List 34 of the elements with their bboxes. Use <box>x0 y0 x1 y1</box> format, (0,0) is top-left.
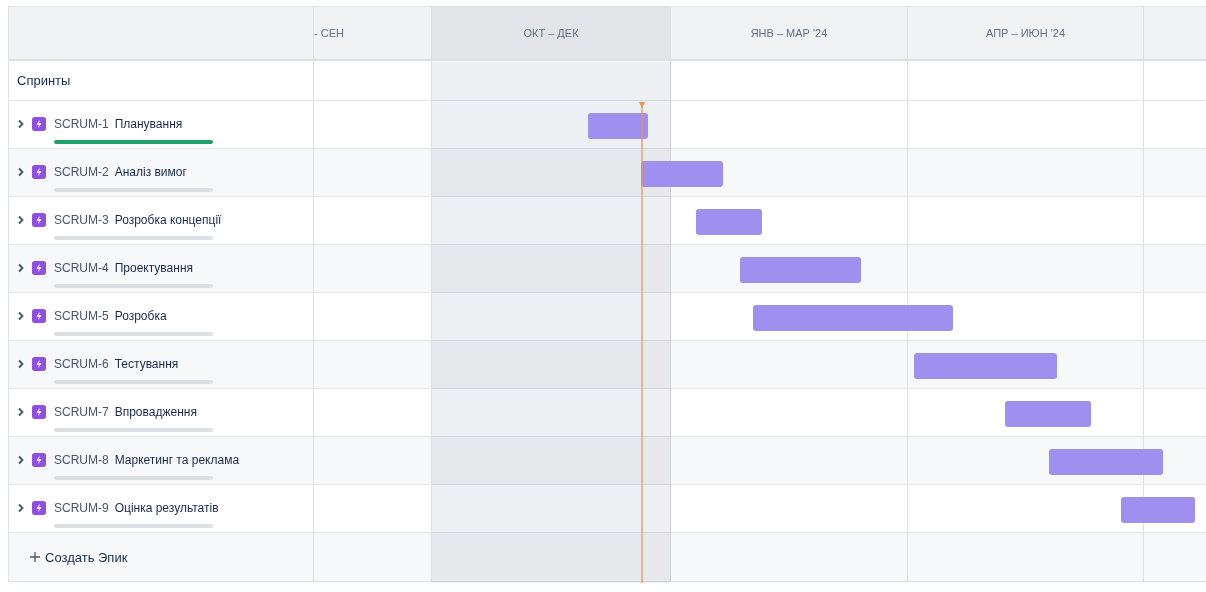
lightning-icon <box>32 165 46 179</box>
quarter-label: ОКТ – ДЕК <box>523 27 579 39</box>
epic-name[interactable]: SCRUM-9 Оцінка результатів <box>54 501 219 515</box>
lightning-icon <box>32 501 46 515</box>
chevron-icon[interactable] <box>17 503 25 513</box>
lightning-icon <box>32 213 46 227</box>
lightning-icon <box>32 309 46 323</box>
create-epic-button[interactable]: Создать Эпик <box>27 547 130 567</box>
quarter-label: АПР – ИЮН '24 <box>985 27 1065 39</box>
plus-icon <box>29 551 41 563</box>
chevron-icon[interactable] <box>17 455 25 465</box>
quarter-label: ЯНВ – МАР '24 <box>750 27 828 39</box>
epic-name[interactable]: SCRUM-2 Аналіз вимог <box>54 165 213 179</box>
chevron-icon[interactable] <box>17 215 25 225</box>
quarter-label: - СЕН <box>314 27 344 39</box>
lightning-icon <box>32 453 46 467</box>
epic-name[interactable]: SCRUM-3 Розробка концепції <box>54 213 222 227</box>
chevron-icon[interactable] <box>17 263 25 273</box>
chevron-icon[interactable] <box>17 407 25 417</box>
chevron-icon[interactable] <box>17 119 25 129</box>
sprints-label: Спринты <box>17 73 71 88</box>
chevron-icon[interactable] <box>17 167 25 177</box>
lightning-icon <box>32 117 46 131</box>
chevron-icon[interactable] <box>17 311 25 321</box>
lightning-icon <box>32 405 46 419</box>
epic-name[interactable]: SCRUM-5 Розробка <box>54 309 213 323</box>
epic-name[interactable]: SCRUM-1 Планування <box>54 117 213 131</box>
epic-name[interactable]: SCRUM-6 Тестування <box>54 357 213 371</box>
epic-name[interactable]: SCRUM-8 Маркетинг та реклама <box>54 453 240 467</box>
chevron-icon[interactable] <box>17 359 25 369</box>
epic-name[interactable]: SCRUM-4 Проектування <box>54 261 213 275</box>
lightning-icon <box>32 357 46 371</box>
lightning-icon <box>32 261 46 275</box>
epic-name[interactable]: SCRUM-7 Впровадження <box>54 405 213 419</box>
